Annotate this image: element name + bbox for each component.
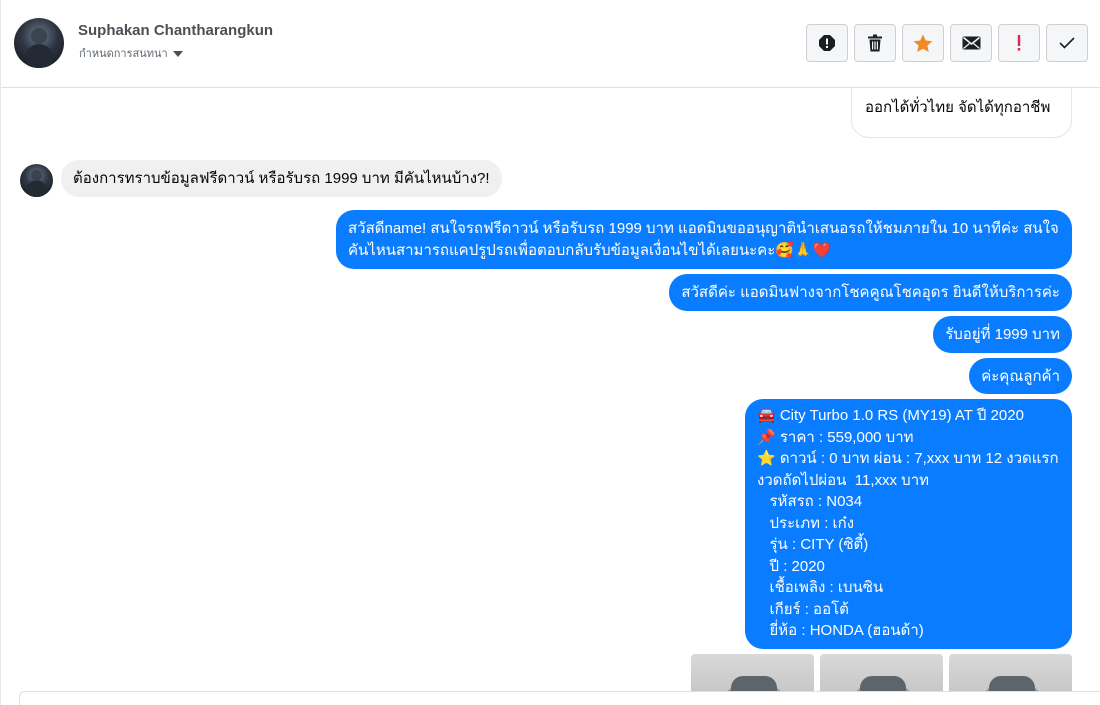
car-detail-line: รหัสรถ : N034 [757, 493, 863, 510]
car-detail-line: 🚘 City Turbo 1.0 RS (MY19) AT ปี 2020 [757, 407, 1024, 424]
car-detail-line: เชื้อเพลิง : เบนซิน [757, 579, 884, 596]
message-text-line: สวัสดีname! สนใจรถฟรีดาวน์ หรือรับรถ 199… [348, 220, 1059, 237]
car-detail-line: เกียร์ : ออโต้ [757, 600, 849, 618]
caret-down-icon [172, 50, 183, 57]
conversation-header: Suphakan Chantharangkun กำหนดการสนทนา [1, 0, 1100, 88]
assign-conversation-label: กำหนดการสนทนา [79, 48, 168, 60]
message-outgoing-greeting: สวัสดีname! สนใจรถฟรีดาวน์ หรือรับรถ 199… [336, 210, 1072, 269]
delete-button[interactable] [854, 24, 896, 62]
car-detail-line: รุ่น : CITY (ซิตี้) [757, 536, 869, 553]
message-incoming: ต้องการทราบข้อมูลฟรีดาวน์ หรือรับรถ 1999… [61, 160, 502, 197]
star-button[interactable] [902, 24, 944, 62]
sender-avatar [20, 164, 53, 197]
car-detail-line: ⭐ ดาวน์ : 0 บาท ผ่อน : 7,xxx บาท 12 งวดแ… [757, 450, 1059, 467]
message-outgoing-partial: ออกได้ทั่วไทย จัดได้ทุกอาชีพ [851, 88, 1072, 138]
car-photo[interactable] [949, 654, 1072, 691]
assign-conversation-dropdown[interactable]: กำหนดการสนทนา [79, 44, 183, 62]
car-detail-line: งวดถัดไปผ่อน 11,xxx บาท [757, 471, 930, 489]
car-detail-line: ประเภท : เก๋ง [757, 514, 855, 532]
report-spam-button[interactable] [806, 24, 848, 62]
message-outgoing-thanks: ค่ะคุณลูกค้า [969, 358, 1072, 394]
conversation-panel: Suphakan Chantharangkun กำหนดการสนทนา ออ… [0, 0, 1100, 705]
message-text: สวัสดีค่ะ แอดมินฟางจากโชคคูณโชคอุดร ยินด… [681, 284, 1060, 301]
message-composer[interactable] [19, 691, 1100, 705]
message-outgoing-price: รับอยู่ที่ 1999 บาท [933, 316, 1072, 353]
car-photo[interactable] [820, 654, 943, 691]
message-text: ออกได้ทั่วไทย จัดได้ทุกอาชีพ [865, 99, 1051, 116]
exclamation-icon [1017, 35, 1021, 51]
message-text: รับอยู่ที่ 1999 บาท [945, 326, 1060, 343]
check-icon [1059, 37, 1075, 49]
conversation-actions [806, 24, 1088, 62]
message-text: ค่ะคุณลูกค้า [981, 368, 1060, 385]
message-outgoing-welcome: สวัสดีค่ะ แอดมินฟางจากโชคคูณโชคอุดร ยินด… [669, 274, 1072, 311]
message-text-line: คันไหนสามารถแคปรูปรถเพื่อตอบกลับรับข้อมู… [348, 241, 832, 259]
envelope-icon [962, 36, 980, 50]
car-detail-line: 📌 ราคา : 559,000 บาท [757, 428, 914, 446]
trash-icon [868, 34, 882, 52]
message-text: ต้องการทราบข้อมูลฟรีดาวน์ หรือรับรถ 1999… [73, 170, 490, 187]
contact-avatar[interactable] [14, 18, 64, 68]
message-outgoing-car-details: 🚘 City Turbo 1.0 RS (MY19) AT ปี 2020 📌 ร… [745, 399, 1072, 649]
mark-unread-button[interactable] [950, 24, 992, 62]
car-detail-line: ปี : 2020 [757, 557, 825, 575]
car-photo[interactable] [691, 654, 814, 691]
report-icon [819, 35, 835, 51]
car-detail-line: ยี่ห้อ : HONDA (ฮอนด้า) [757, 622, 924, 639]
mark-done-button[interactable] [1046, 24, 1088, 62]
follow-up-button[interactable] [998, 24, 1040, 62]
message-list[interactable]: ออกได้ทั่วไทย จัดได้ทุกอาชีพ ต้องการทราบ… [1, 88, 1100, 691]
contact-name[interactable]: Suphakan Chantharangkun [78, 22, 273, 39]
car-photo-gallery [691, 654, 1072, 691]
star-icon [913, 34, 933, 52]
